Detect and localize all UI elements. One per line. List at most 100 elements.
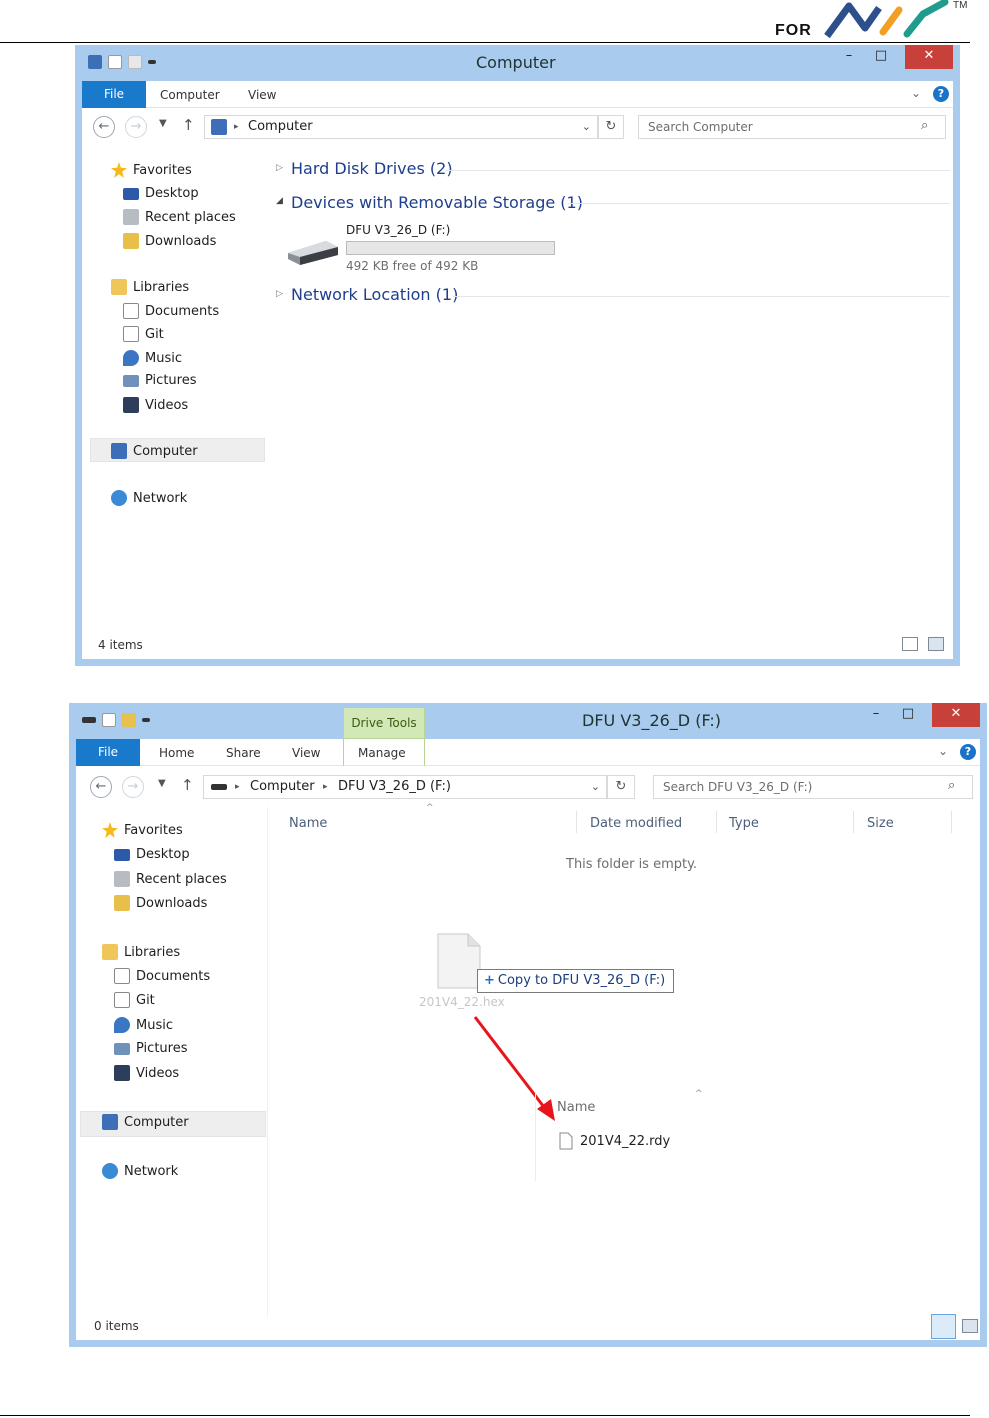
forward-button[interactable]: →	[125, 116, 147, 138]
search-input[interactable]: Search Computer	[638, 115, 946, 139]
drive-icon[interactable]	[82, 717, 96, 723]
expand-ribbon-icon[interactable]: ⌄	[911, 86, 921, 100]
maximize-button[interactable]: □	[892, 703, 924, 727]
breadcrumb-computer[interactable]: Computer	[250, 776, 315, 798]
nav-item-pictures[interactable]: Pictures	[123, 373, 196, 388]
close-button[interactable]: ✕	[905, 45, 953, 69]
computer-icon[interactable]	[88, 55, 102, 69]
help-icon[interactable]: ?	[933, 86, 949, 102]
nav-item-network[interactable]: Network	[102, 1163, 178, 1179]
tab-home[interactable]: Home	[159, 746, 194, 760]
nav-item-recent-places[interactable]: Recent places	[114, 871, 227, 887]
nav-item-music[interactable]: Music	[114, 1017, 173, 1033]
group-removable-storage[interactable]: Devices with Removable Storage (1)	[291, 193, 583, 212]
breadcrumb-computer[interactable]: Computer	[248, 116, 313, 138]
address-bar[interactable]: ▸ Computer ▸ DFU V3_26_D (F:) ⌄	[203, 775, 607, 799]
tab-computer[interactable]: Computer	[160, 88, 220, 102]
forward-button[interactable]: →	[122, 776, 144, 798]
nav-item-libraries[interactable]: Libraries	[111, 279, 189, 295]
expanded-chevron-icon[interactable]: ◢	[276, 196, 283, 206]
nav-item-computer[interactable]: Computer	[102, 1114, 189, 1130]
sort-ascending-icon: ^	[695, 1089, 703, 1099]
title-bar[interactable]: Drive Tools DFU V3_26_D (F:) – □ ✕	[76, 703, 980, 739]
help-icon[interactable]: ?	[960, 744, 976, 760]
address-bar[interactable]: ▸ Computer ⌄	[204, 115, 598, 139]
column-header-name[interactable]: Name	[289, 816, 327, 831]
column-divider[interactable]	[576, 811, 577, 833]
expand-ribbon-icon[interactable]: ⌄	[938, 744, 948, 758]
column-header-name[interactable]: Name	[557, 1100, 595, 1115]
nav-item-computer[interactable]: Computer	[111, 443, 198, 459]
nav-item-downloads[interactable]: Downloads	[114, 895, 207, 911]
group-divider	[445, 170, 950, 171]
search-input[interactable]: Search DFU V3_26_D (F:)	[653, 775, 973, 799]
nav-item-documents[interactable]: Documents	[114, 968, 210, 984]
nav-item-downloads[interactable]: Downloads	[123, 233, 216, 249]
nav-item-videos[interactable]: Videos	[114, 1065, 179, 1081]
column-divider[interactable]	[716, 811, 717, 833]
search-icon[interactable]: ⌕	[948, 778, 955, 793]
file-icon	[559, 1132, 573, 1150]
maximize-button[interactable]: □	[865, 45, 897, 69]
large-icons-view-icon[interactable]	[962, 1319, 978, 1333]
recent-locations-icon[interactable]: ▼	[158, 778, 166, 789]
nav-item-desktop[interactable]: Desktop	[114, 847, 190, 862]
tab-share[interactable]: Share	[226, 746, 261, 760]
column-header-date-modified[interactable]: Date modified	[590, 816, 682, 831]
nav-item-pictures[interactable]: Pictures	[114, 1041, 187, 1056]
nav-item-recent-places[interactable]: Recent places	[123, 209, 236, 225]
tab-file[interactable]: File	[82, 81, 146, 108]
tab-manage[interactable]: Manage	[358, 746, 406, 760]
drive-tile[interactable]: DFU V3_26_D (F:) 492 KB free of 492 KB	[284, 219, 564, 275]
nav-item-git[interactable]: Git	[123, 326, 164, 342]
up-button[interactable]: ↑	[182, 116, 195, 134]
minimize-button[interactable]: –	[860, 703, 892, 727]
tab-drive-tools[interactable]: Drive Tools	[343, 707, 425, 739]
tab-file[interactable]: File	[76, 739, 140, 766]
tab-view[interactable]: View	[248, 88, 276, 102]
back-button[interactable]: ←	[90, 776, 112, 798]
title-bar[interactable]: Computer – □ ✕	[82, 45, 953, 81]
nav-item-libraries[interactable]: Libraries	[102, 944, 180, 960]
refresh-button[interactable]: ↻	[607, 775, 635, 799]
search-icon[interactable]: ⌕	[921, 118, 928, 133]
address-dropdown-icon[interactable]: ⌄	[591, 776, 600, 798]
column-divider[interactable]	[951, 811, 952, 833]
details-view-icon[interactable]	[902, 637, 918, 651]
file-row[interactable]: 201V4_22.rdy	[559, 1130, 670, 1152]
nav-item-music[interactable]: Music	[123, 350, 182, 366]
column-header-type[interactable]: Type	[729, 816, 759, 831]
nav-item-favorites[interactable]: Favorites	[111, 162, 192, 178]
nav-item-videos[interactable]: Videos	[123, 397, 188, 413]
nav-item-git[interactable]: Git	[114, 992, 155, 1008]
customize-toolbar-icon[interactable]	[142, 718, 150, 722]
new-folder-icon[interactable]	[122, 713, 136, 727]
group-hard-disk-drives[interactable]: Hard Disk Drives (2)	[291, 159, 453, 178]
group-network-location[interactable]: Network Location (1)	[291, 285, 458, 304]
minimize-button[interactable]: –	[833, 45, 865, 69]
recent-places-icon	[114, 871, 130, 887]
nav-item-network[interactable]: Network	[111, 490, 187, 506]
properties-icon[interactable]	[102, 713, 116, 727]
customize-toolbar-icon[interactable]	[148, 60, 156, 64]
nav-item-desktop[interactable]: Desktop	[123, 186, 199, 201]
details-view-icon[interactable]	[931, 1314, 956, 1339]
collapsed-chevron-icon[interactable]: ▷	[276, 163, 283, 173]
nav-item-documents[interactable]: Documents	[123, 303, 219, 319]
address-dropdown-icon[interactable]: ⌄	[582, 116, 591, 138]
tab-view[interactable]: View	[292, 746, 320, 760]
new-folder-icon[interactable]	[128, 55, 142, 69]
column-header-size[interactable]: Size	[867, 816, 894, 831]
close-button[interactable]: ✕	[932, 703, 980, 727]
recent-locations-icon[interactable]: ▼	[159, 118, 167, 129]
back-button[interactable]: ←	[93, 116, 115, 138]
nav-item-favorites[interactable]: Favorites	[102, 822, 183, 838]
breadcrumb-drive[interactable]: DFU V3_26_D (F:)	[338, 776, 451, 798]
column-divider[interactable]	[853, 811, 854, 833]
refresh-button[interactable]: ↻	[598, 115, 624, 139]
properties-icon[interactable]	[108, 55, 122, 69]
large-icons-view-icon[interactable]	[928, 637, 944, 651]
collapsed-chevron-icon[interactable]: ▷	[276, 289, 283, 299]
window-title: Computer	[476, 53, 556, 72]
up-button[interactable]: ↑	[181, 776, 194, 794]
